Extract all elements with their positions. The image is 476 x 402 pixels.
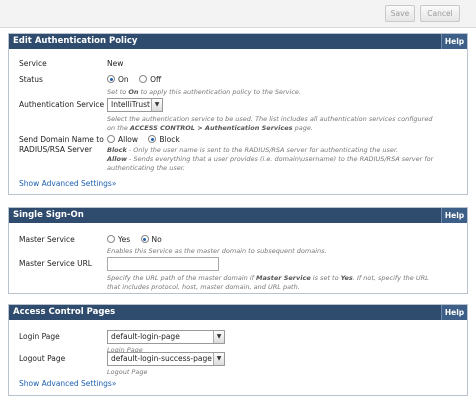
auth-service-selected: IntelliTrust — [111, 100, 150, 109]
chevron-down-icon[interactable]: ▼ — [151, 99, 162, 111]
service-value: New — [107, 59, 124, 68]
panel-header: Single Sign-On Help — [9, 208, 467, 223]
auth-service-label: Authentication Service — [19, 100, 105, 109]
access-control-pages-panel: Access Control Pages Help Login Page def… — [8, 304, 468, 396]
cancel-button[interactable]: Cancel — [420, 5, 460, 22]
panel-header: Edit Authentication Policy Help — [9, 34, 467, 49]
chevron-down-icon[interactable]: ▼ — [213, 353, 224, 365]
logout-page-label: Logout Page — [19, 354, 66, 363]
logout-page-select[interactable]: default-login-success-page ▼ — [107, 352, 225, 366]
status-off-option[interactable]: Off — [139, 75, 161, 84]
chevron-down-icon[interactable]: ▼ — [213, 331, 224, 343]
master-service-label: Master Service — [19, 235, 75, 244]
logout-page-hint: Logout Page — [107, 368, 148, 376]
master-url-input[interactable] — [107, 257, 219, 271]
radio-allow-icon[interactable] — [107, 135, 115, 143]
save-button[interactable]: Save — [385, 5, 415, 22]
login-page-selected: default-login-page — [111, 332, 180, 341]
double-chevron-down-icon: » — [111, 379, 117, 388]
help-button[interactable]: Help — [441, 305, 467, 320]
top-toolbar: Save Cancel — [0, 0, 476, 28]
status-radio-group: On Off — [107, 75, 169, 84]
help-button[interactable]: Help — [441, 34, 467, 49]
master-url-description: Specify the URL path of the master domai… — [107, 274, 429, 291]
panel-header: Access Control Pages Help — [9, 305, 467, 320]
radio-block-icon[interactable] — [148, 135, 157, 143]
help-button[interactable]: Help — [441, 208, 467, 223]
panel-title: Access Control Pages — [13, 307, 116, 317]
send-domain-radio-group: Allow Block — [107, 135, 188, 144]
send-domain-description: Block - Only the user name is sent to th… — [107, 146, 434, 172]
edit-authentication-policy-panel: Edit Authentication Policy Help Service … — [8, 33, 468, 195]
panel-title: Edit Authentication Policy — [13, 36, 138, 46]
allow-option[interactable]: Allow — [107, 135, 138, 144]
show-advanced-settings-link[interactable]: Show Advanced Settings» — [19, 379, 116, 388]
auth-service-description: Select the authentication service to be … — [107, 115, 433, 132]
service-label: Service — [19, 59, 47, 68]
status-label: Status — [19, 75, 43, 84]
double-chevron-down-icon: » — [111, 179, 117, 188]
logout-page-selected: default-login-success-page — [111, 354, 212, 363]
auth-service-select[interactable]: IntelliTrust ▼ — [107, 98, 163, 112]
panel-title: Single Sign-On — [13, 210, 84, 220]
yes-option[interactable]: Yes — [107, 235, 130, 244]
master-service-description: Enables this Service as the master domai… — [107, 247, 327, 255]
status-description: Set to On to apply this authentication p… — [107, 88, 301, 96]
show-advanced-settings-link[interactable]: Show Advanced Settings» — [19, 179, 116, 188]
no-option[interactable]: No — [140, 235, 162, 244]
radio-no-icon[interactable] — [140, 235, 149, 243]
login-page-select[interactable]: default-login-page ▼ — [107, 330, 225, 344]
radio-off-icon[interactable] — [139, 75, 148, 83]
single-sign-on-panel: Single Sign-On Help Master Service Yes N… — [8, 207, 468, 294]
master-service-radio-group: Yes No — [107, 235, 170, 244]
master-url-label: Master Service URL — [19, 259, 92, 268]
radio-on-icon[interactable] — [107, 75, 115, 83]
send-domain-label: Send Domain Name to RADIUS/RSA Server — [19, 135, 104, 154]
block-option[interactable]: Block — [148, 135, 180, 144]
status-on-option[interactable]: On — [107, 75, 129, 84]
login-page-label: Login Page — [19, 332, 60, 341]
radio-yes-icon[interactable] — [107, 235, 115, 243]
